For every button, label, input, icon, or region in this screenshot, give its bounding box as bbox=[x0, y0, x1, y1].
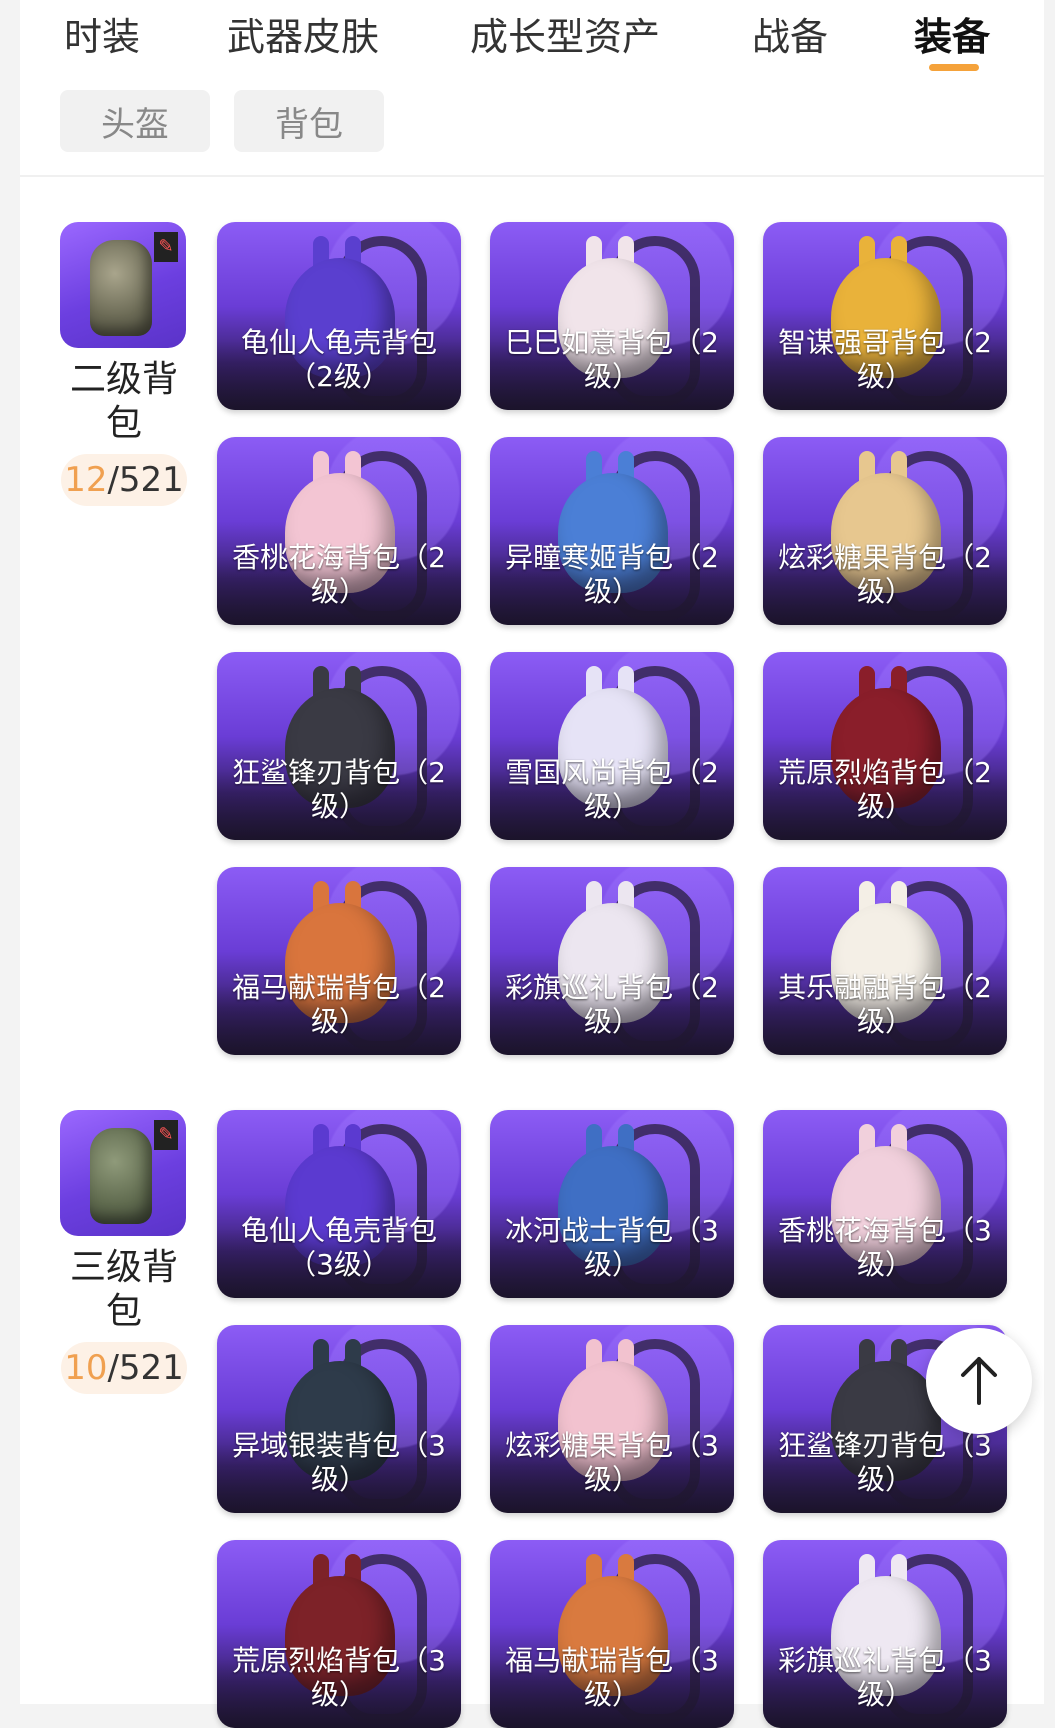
item-name: 福马献瑞背包（2级） bbox=[232, 971, 446, 1038]
item-name: 福马献瑞背包（3级） bbox=[505, 1644, 719, 1711]
item-card[interactable]: 巳巳如意背包（2级） bbox=[490, 222, 734, 410]
item-name: 荒原烈焰背包（3级） bbox=[232, 1644, 446, 1711]
category-tabs: 时装 武器皮肤 成长型资产 战备 装备 bbox=[20, 0, 1044, 80]
item-name: 异域银装背包（3级） bbox=[232, 1429, 446, 1496]
item-name: 炫彩糖果背包（3级） bbox=[505, 1429, 719, 1496]
item-card[interactable]: 雪国风尚背包（2级） bbox=[490, 652, 734, 840]
item-name: 彩旗巡礼背包（3级） bbox=[778, 1644, 992, 1711]
item-name: 异瞳寒姬背包（2级） bbox=[505, 541, 719, 608]
item-name: 龟仙人龟壳背包（2级） bbox=[240, 326, 437, 393]
item-card[interactable]: 荒原烈焰背包（3级） bbox=[217, 1540, 461, 1728]
item-card[interactable]: 炫彩糖果背包（3级） bbox=[490, 1325, 734, 1513]
item-name: 其乐融融背包（2级） bbox=[778, 971, 992, 1038]
collection-count: 12/521 bbox=[61, 454, 187, 506]
total-count: /521 bbox=[107, 1348, 184, 1388]
active-tab-indicator bbox=[929, 64, 979, 71]
item-card[interactable]: 异瞳寒姬背包（2级） bbox=[490, 437, 734, 625]
item-card[interactable]: 香桃花海背包（3级） bbox=[763, 1110, 1007, 1298]
item-name: 雪国风尚背包（2级） bbox=[505, 756, 719, 823]
item-card[interactable]: 彩旗巡礼背包（3级） bbox=[763, 1540, 1007, 1728]
item-card[interactable]: 其乐融融背包（2级） bbox=[763, 867, 1007, 1055]
item-name: 冰河战士背包（3级） bbox=[505, 1214, 719, 1281]
owned-count: 12 bbox=[64, 460, 108, 500]
item-card[interactable]: 龟仙人龟壳背包（3级） bbox=[217, 1110, 461, 1298]
item-card[interactable]: 龟仙人龟壳背包（2级） bbox=[217, 222, 461, 410]
category-header: ✎ 二级背包 12/521 bbox=[60, 222, 188, 506]
backpack-icon bbox=[90, 1128, 152, 1224]
equipment-panel: 时装 武器皮肤 成长型资产 战备 装备 头盔 背包 ✎ 二级背包 12/521 … bbox=[20, 0, 1044, 1728]
item-name: 香桃花海背包（2级） bbox=[232, 541, 446, 608]
category-header: ✎ 三级背包 10/521 bbox=[60, 1110, 188, 1394]
item-card[interactable]: 炫彩糖果背包（2级） bbox=[763, 437, 1007, 625]
item-name: 香桃花海背包（3级） bbox=[778, 1214, 992, 1281]
arrow-up-icon bbox=[961, 1357, 997, 1405]
backpack-icon bbox=[90, 240, 152, 336]
item-name: 龟仙人龟壳背包（3级） bbox=[240, 1214, 437, 1281]
item-name: 狂鲨锋刃背包（2级） bbox=[232, 756, 446, 823]
item-card[interactable]: 狂鲨锋刃背包（2级） bbox=[217, 652, 461, 840]
category-thumbnail: ✎ bbox=[60, 222, 186, 348]
item-name: 智谋强哥背包（2级） bbox=[778, 326, 992, 393]
category-name: 二级背包 bbox=[69, 359, 178, 444]
collection-count: 10/521 bbox=[61, 1342, 187, 1394]
back-to-top-button[interactable] bbox=[926, 1328, 1032, 1434]
item-card[interactable]: 冰河战士背包（3级） bbox=[490, 1110, 734, 1298]
tab-combat-gear[interactable]: 战备 bbox=[752, 6, 828, 61]
tag-icon: ✎ bbox=[154, 232, 178, 262]
item-name: 荒原烈焰背包（2级） bbox=[778, 756, 992, 823]
item-card[interactable]: 异域银装背包（3级） bbox=[217, 1325, 461, 1513]
item-card[interactable]: 智谋强哥背包（2级） bbox=[763, 222, 1007, 410]
filter-helmet[interactable]: 头盔 bbox=[60, 90, 210, 152]
tag-icon: ✎ bbox=[154, 1120, 178, 1150]
tab-growth-assets[interactable]: 成长型资产 bbox=[470, 6, 660, 61]
item-card[interactable]: 荒原烈焰背包（2级） bbox=[763, 652, 1007, 840]
category-name: 三级背包 bbox=[69, 1247, 178, 1332]
item-card[interactable]: 彩旗巡礼背包（2级） bbox=[490, 867, 734, 1055]
total-count: /521 bbox=[107, 460, 184, 500]
category-thumbnail: ✎ bbox=[60, 1110, 186, 1236]
divider bbox=[20, 175, 1044, 177]
item-card[interactable]: 福马献瑞背包（2级） bbox=[217, 867, 461, 1055]
item-name: 炫彩糖果背包（2级） bbox=[778, 541, 992, 608]
item-name: 狂鲨锋刃背包（3级） bbox=[778, 1429, 992, 1496]
item-name: 巳巳如意背包（2级） bbox=[505, 326, 719, 393]
item-card[interactable]: 香桃花海背包（2级） bbox=[217, 437, 461, 625]
tab-equipment[interactable]: 装备 bbox=[914, 6, 990, 61]
owned-count: 10 bbox=[64, 1348, 108, 1388]
tab-weapon-skins[interactable]: 武器皮肤 bbox=[227, 6, 379, 61]
item-card[interactable]: 福马献瑞背包（3级） bbox=[490, 1540, 734, 1728]
tab-fashion[interactable]: 时装 bbox=[64, 6, 140, 61]
item-name: 彩旗巡礼背包（2级） bbox=[505, 971, 719, 1038]
filter-backpack[interactable]: 背包 bbox=[234, 90, 384, 152]
